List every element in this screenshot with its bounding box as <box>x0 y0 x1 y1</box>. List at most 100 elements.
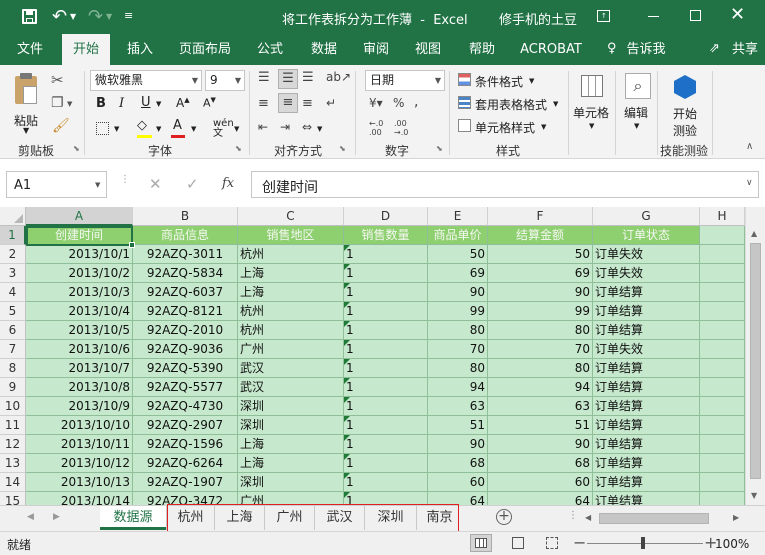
table-cell[interactable]: 92AZQ-5390 <box>133 359 238 378</box>
table-cell[interactable]: 90 <box>488 435 593 454</box>
table-cell[interactable]: 上海 <box>238 283 344 302</box>
table-cell[interactable]: 94 <box>428 378 488 397</box>
currency-icon[interactable]: ¥▾ <box>369 96 383 110</box>
table-cell[interactable]: 2013/10/12 <box>26 454 133 473</box>
table-cell[interactable]: 51 <box>428 416 488 435</box>
align-middle-icon[interactable]: ☰ <box>278 69 298 89</box>
row-header[interactable]: 10 <box>0 397 26 416</box>
vertical-scrollbar[interactable]: ▲ ▼ <box>745 207 765 505</box>
table-cell[interactable]: 2013/10/9 <box>26 397 133 416</box>
table-cell[interactable]: 92AZQ-1596 <box>133 435 238 454</box>
table-cell[interactable]: 1 <box>344 359 428 378</box>
column-header-c[interactable]: C <box>238 207 344 226</box>
table-cell[interactable]: 92AZQ-2907 <box>133 416 238 435</box>
increase-decimal-icon[interactable]: ←.0.00 <box>369 119 383 137</box>
wrap-text-icon[interactable]: ↵ <box>326 96 336 110</box>
phonetic-dropdown-icon[interactable]: ▼ <box>234 125 239 133</box>
table-cell[interactable]: 杭州 <box>238 245 344 264</box>
table-cell[interactable]: 1 <box>344 378 428 397</box>
sheet-scroll-right-icon[interactable]: ▶ <box>53 512 60 522</box>
tell-me-search[interactable]: 告诉我 <box>624 34 668 65</box>
tab-page-layout[interactable]: 页面布局 <box>172 34 238 65</box>
tab-home[interactable]: 开始 <box>62 34 110 65</box>
table-cell[interactable]: 订单失效 <box>593 245 700 264</box>
tab-formulas[interactable]: 公式 <box>250 34 290 65</box>
font-color-dropdown-icon[interactable]: ▼ <box>191 125 196 133</box>
table-cell[interactable]: 2013/10/10 <box>26 416 133 435</box>
clipboard-launcher-icon[interactable]: ⬊ <box>73 144 80 153</box>
table-cell[interactable]: 99 <box>488 302 593 321</box>
column-header-e[interactable]: E <box>428 207 488 226</box>
border-dropdown-icon[interactable]: ▼ <box>114 125 119 133</box>
table-cell[interactable]: 69 <box>428 264 488 283</box>
table-cell[interactable]: 1 <box>344 245 428 264</box>
table-cell[interactable]: 90 <box>428 435 488 454</box>
tab-acrobat[interactable]: ACROBAT <box>516 34 586 65</box>
row-header[interactable]: 6 <box>0 321 26 340</box>
table-cell[interactable]: 80 <box>488 321 593 340</box>
zoom-slider[interactable] <box>587 537 703 549</box>
table-cell[interactable]: 51 <box>488 416 593 435</box>
merge-dropdown-icon[interactable]: ▼ <box>317 125 322 133</box>
table-cell[interactable]: 60 <box>488 473 593 492</box>
phonetic-icon[interactable]: wén 文 <box>213 119 234 139</box>
comma-icon[interactable]: , <box>414 94 418 110</box>
bold-icon[interactable]: B <box>96 96 106 111</box>
table-cell[interactable]: 92AZQ-3011 <box>133 245 238 264</box>
empty-cell[interactable] <box>700 226 745 245</box>
worksheet-grid[interactable]: ABCDEFGH 1 创建时间 商品信息 销售地区 销售数量 商品单价 结算金额 订单状态 2 2… <box>0 207 745 505</box>
table-cell[interactable]: 深圳 <box>238 473 344 492</box>
scroll-right-icon[interactable]: ▶ <box>733 513 739 522</box>
header-cell[interactable]: 订单状态 <box>593 226 700 245</box>
table-cell[interactable]: 70 <box>428 340 488 359</box>
table-cell[interactable]: 深圳 <box>238 416 344 435</box>
table-cell[interactable]: 订单结算 <box>593 473 700 492</box>
table-cell[interactable]: 80 <box>488 359 593 378</box>
table-cell[interactable]: 63 <box>428 397 488 416</box>
font-color-icon[interactable]: A <box>173 118 182 133</box>
empty-cell[interactable] <box>700 264 745 283</box>
vertical-scroll-thumb[interactable] <box>750 243 761 479</box>
table-cell[interactable]: 68 <box>428 454 488 473</box>
table-cell[interactable]: 订单结算 <box>593 397 700 416</box>
row-header[interactable]: 2 <box>0 245 26 264</box>
page-break-view-icon[interactable] <box>546 537 558 549</box>
start-quiz-button[interactable]: 开始 测验 <box>662 71 706 138</box>
editing-button[interactable]: ⌕ 编辑 ▼ <box>618 71 654 137</box>
table-cell[interactable]: 50 <box>488 245 593 264</box>
table-cell[interactable]: 2013/10/6 <box>26 340 133 359</box>
align-bottom-icon[interactable]: ☰ <box>302 71 314 84</box>
insert-function-icon[interactable]: fx <box>222 176 234 191</box>
align-center-icon[interactable]: ≡ <box>278 93 298 113</box>
format-as-table-button[interactable]: 套用表格格式 ▼ <box>455 93 565 113</box>
column-header-f[interactable]: F <box>488 207 593 226</box>
table-cell[interactable]: 2013/10/2 <box>26 264 133 283</box>
header-cell[interactable]: 销售数量 <box>344 226 428 245</box>
table-cell[interactable]: 订单结算 <box>593 359 700 378</box>
header-cell[interactable]: 结算金额 <box>488 226 593 245</box>
scroll-down-icon[interactable]: ▼ <box>751 491 757 500</box>
empty-cell[interactable] <box>700 321 745 340</box>
row-header[interactable]: 12 <box>0 435 26 454</box>
merge-cells-icon[interactable]: ⇔ <box>302 120 312 134</box>
table-cell[interactable]: 2013/10/1 <box>26 245 133 264</box>
table-cell[interactable]: 63 <box>488 397 593 416</box>
close-icon[interactable]: ✕ <box>730 4 745 25</box>
table-cell[interactable]: 订单结算 <box>593 283 700 302</box>
underline-dropdown-icon[interactable]: ▼ <box>156 100 161 108</box>
fill-color-icon[interactable]: ◇ <box>137 118 147 133</box>
table-cell[interactable]: 92AZQ-1907 <box>133 473 238 492</box>
table-cell[interactable]: 50 <box>428 245 488 264</box>
collapse-ribbon-icon[interactable]: ∧ <box>746 141 753 152</box>
percent-icon[interactable]: % <box>393 96 404 110</box>
row-header[interactable]: 5 <box>0 302 26 321</box>
table-cell[interactable]: 1 <box>344 283 428 302</box>
expand-formula-bar-icon[interactable]: ∨ <box>746 178 753 188</box>
conditional-formatting-button[interactable]: 条件格式 ▼ <box>455 70 565 90</box>
table-cell[interactable]: 1 <box>344 473 428 492</box>
table-cell[interactable]: 1 <box>344 264 428 283</box>
table-cell[interactable]: 92AZQ-2010 <box>133 321 238 340</box>
table-cell[interactable]: 广州 <box>238 340 344 359</box>
empty-cell[interactable] <box>700 245 745 264</box>
table-cell[interactable]: 1 <box>344 340 428 359</box>
